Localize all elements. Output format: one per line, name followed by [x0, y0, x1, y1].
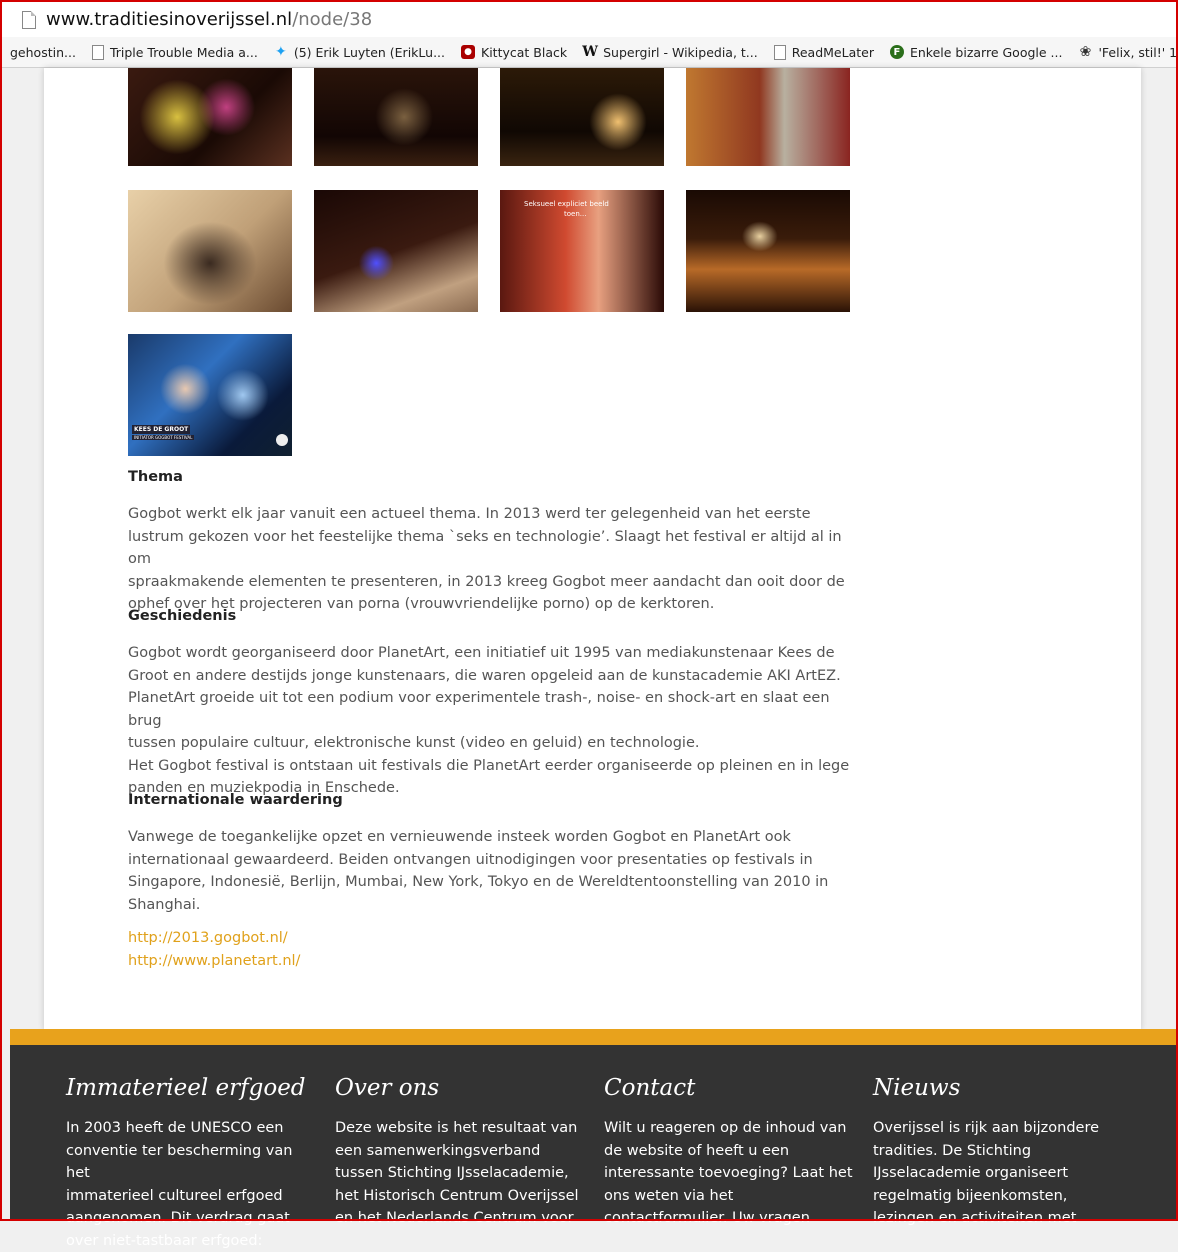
page-icon: [91, 44, 104, 60]
bookmark-label: Kittycat Black: [481, 44, 568, 60]
bookmark-label: Supergirl - Wikipedia, t...: [603, 44, 758, 60]
bookmark-label: Triple Trouble Media a...: [109, 44, 258, 60]
text-line: Groot en andere destijds jonge kunstenaa…: [128, 667, 841, 684]
bookmark-label: 'Felix, stil!' 10 dingen ...: [1098, 44, 1176, 60]
footer-heading[interactable]: Contact: [604, 1075, 854, 1101]
gallery-thumbnail[interactable]: [314, 190, 478, 312]
link-planetart[interactable]: http://www.planetart.nl/: [128, 953, 300, 969]
text-line: Overijssel is rijk aan bijzondere: [873, 1120, 1100, 1136]
twitter-icon: ✦: [274, 44, 287, 60]
bookmark-label: gehostin...: [10, 44, 76, 60]
bookmark-item[interactable]: ✦ (5) Erik Luyten (ErikLu...: [274, 44, 445, 60]
section-title-internationale-waardering: Internationale waardering: [128, 792, 343, 808]
paragraph: Vanwege de toegankelijke opzet en vernie…: [128, 826, 858, 916]
text-line: tradities. De Stichting: [873, 1142, 1032, 1159]
text-line: PlanetArt groeide uit tot een podium voo…: [128, 690, 830, 729]
video-caption: KEES DE GROOT: [132, 425, 191, 434]
text-line: Het Gogbot festival is ontstaan uit fest…: [128, 757, 850, 774]
footer-heading[interactable]: Immaterieel erfgoed: [66, 1075, 316, 1101]
bookmark-label: Enkele bizarre Google ...: [909, 44, 1063, 60]
text-line: Shanghai.: [128, 896, 201, 913]
footer-column-over-ons: Over ons Deze website is het resultaat v…: [335, 1075, 585, 1230]
gallery-thumbnail[interactable]: [314, 68, 478, 166]
text-line: contactformulier. Uw vragen: [604, 1210, 810, 1226]
text-line: spraakmakende elementen te presenteren, …: [128, 573, 845, 590]
f-icon: F: [889, 45, 904, 59]
text-line: Deze website is het resultaat van: [335, 1120, 578, 1136]
footer-column-contact: Contact Wilt u reageren op de inhoud van…: [604, 1075, 854, 1230]
footer-accent-stripe: [10, 1029, 1178, 1045]
bookmark-item[interactable]: ReadMeLater: [773, 44, 874, 60]
paragraph: Gogbot werkt elk jaar vanuit een actueel…: [128, 503, 858, 616]
gallery-thumbnail[interactable]: [686, 68, 850, 166]
bookmark-item[interactable]: ❀ 'Felix, stil!' 10 dingen ...: [1078, 44, 1176, 60]
footer-text: Overijssel is rijk aan bijzondere tradit…: [873, 1117, 1123, 1230]
bookmark-item[interactable]: F Enkele bizarre Google ...: [889, 44, 1063, 60]
footer-text: Wilt u reageren op de inhoud van de webs…: [604, 1117, 854, 1230]
text-line: de website of heeft u een: [604, 1142, 790, 1159]
thumbnail-caption: Seksueel expliciet beeld: [524, 200, 609, 208]
footer-heading[interactable]: Nieuws: [873, 1075, 1123, 1101]
gallery-thumbnail[interactable]: [128, 190, 292, 312]
text-line: een samenwerkingsverband: [335, 1142, 541, 1159]
page-icon: [773, 44, 786, 60]
section-title-thema: Thema: [128, 469, 183, 485]
text-line: Wilt u reageren op de inhoud van: [604, 1120, 847, 1136]
video-subcaption: INITIATOR GOGBOT FESTIVAL: [132, 435, 195, 440]
text-line: IJsselacademie organiseert: [873, 1165, 1069, 1181]
footer-text: In 2003 heeft de UNESCO een conventie te…: [66, 1117, 316, 1252]
gallery-thumbnail[interactable]: [500, 68, 664, 166]
thumbnail-caption: toen...: [564, 210, 587, 218]
wikipedia-icon: W: [582, 44, 598, 60]
page-icon: [22, 10, 36, 29]
text-line: lustrum gekozen voor het feestelijke the…: [128, 528, 842, 568]
url-domain: www.traditiesinoverijssel.nl: [46, 9, 293, 30]
text-line: Gogbot werkt elk jaar vanuit een actueel…: [128, 506, 811, 522]
bookmarks-bar: gehostin... Triple Trouble Media a... ✦ …: [2, 37, 1176, 68]
gallery-thumbnail[interactable]: [686, 190, 850, 312]
link-gogbot[interactable]: http://2013.gogbot.nl/: [128, 930, 288, 946]
section-title-geschiedenis: Geschiedenis: [128, 608, 237, 624]
text-line: In 2003 heeft de UNESCO een: [66, 1120, 284, 1136]
address-bar[interactable]: www.traditiesinoverijssel.nl/node/38: [2, 2, 1176, 37]
text-line: Vanwege de toegankelijke opzet en vernie…: [128, 829, 791, 845]
paragraph: Gogbot wordt georganiseerd door PlanetAr…: [128, 642, 858, 800]
text-line: immaterieel cultureel erfgoed: [66, 1187, 283, 1204]
text-line: over niet-tastbaar erfgoed:: [66, 1232, 263, 1249]
footer-column-immaterieel-erfgoed: Immaterieel erfgoed In 2003 heeft de UNE…: [66, 1075, 316, 1252]
text-line: en het Nederlands Centrum voor: [335, 1210, 574, 1226]
text-line: conventie ter bescherming van het: [66, 1142, 293, 1182]
bookmark-label: ReadMeLater: [791, 44, 874, 60]
gallery-thumbnail[interactable]: Seksueel expliciet beeld toen...: [500, 190, 664, 312]
text-line: ons weten via het: [604, 1187, 734, 1204]
footer-heading[interactable]: Over ons: [335, 1075, 585, 1101]
gallery-thumbnail[interactable]: [128, 68, 292, 166]
bookmark-item[interactable]: W Supergirl - Wikipedia, t...: [582, 44, 758, 60]
text-line: ophef over het projecteren van porna (vr…: [128, 596, 715, 612]
footer-column-nieuws: Nieuws Overijssel is rijk aan bijzondere…: [873, 1075, 1123, 1230]
text-line: tussen Stichting IJsselacademie,: [335, 1165, 569, 1181]
video-logo-icon: [276, 434, 288, 446]
text-line: lezingen en activiteiten met: [873, 1210, 1077, 1226]
url-path: /node/38: [292, 9, 373, 30]
bookmark-item[interactable]: gehostin...: [10, 45, 76, 60]
bookmark-label: (5) Erik Luyten (ErikLu...: [293, 44, 445, 60]
text-line: het Historisch Centrum Overijssel: [335, 1187, 579, 1204]
kittycat-icon: ●: [461, 45, 475, 59]
bookmark-item[interactable]: Triple Trouble Media a...: [91, 44, 258, 60]
text-line: aangenomen. Dit verdrag gaat: [66, 1210, 290, 1226]
text-line: regelmatig bijeenkomsten,: [873, 1187, 1068, 1204]
footer: Immaterieel erfgoed In 2003 heeft de UNE…: [10, 1045, 1178, 1249]
footer-text: Deze website is het resultaat van een sa…: [335, 1117, 585, 1230]
paw-icon: ❀: [1079, 44, 1092, 60]
bookmark-item[interactable]: ● Kittycat Black: [461, 45, 567, 60]
text-line: internationaal gewaardeerd. Beiden ontva…: [128, 851, 813, 868]
video-thumbnail[interactable]: KEES DE GROOT INITIATOR GOGBOT FESTIVAL: [128, 334, 292, 456]
text-line: Gogbot wordt georganiseerd door PlanetAr…: [128, 645, 835, 661]
text-line: Singapore, Indonesië, Berlijn, Mumbai, N…: [128, 874, 829, 890]
text-line: tussen populaire cultuur, elektronische …: [128, 735, 700, 751]
text-line: interessante toevoeging? Laat het: [604, 1165, 853, 1181]
